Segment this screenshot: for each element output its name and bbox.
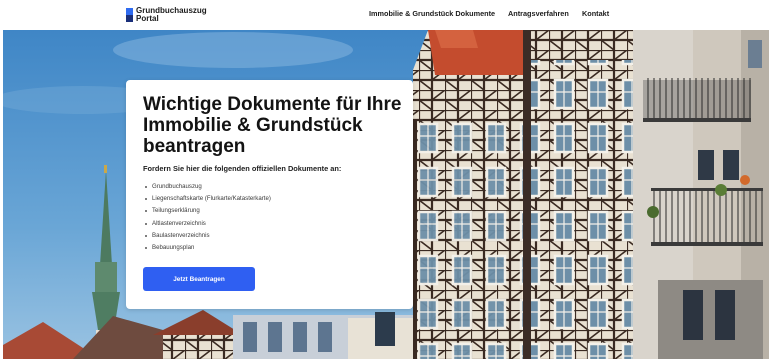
document-list-item: Teilungserklärung bbox=[144, 205, 271, 217]
logo-icon bbox=[126, 8, 133, 22]
document-list-item: Baulastenverzeichnis bbox=[144, 230, 271, 242]
document-list-item: Bebauungsplan bbox=[144, 242, 271, 254]
logo-text: Grundbuchauszug Portal bbox=[136, 7, 207, 23]
document-list-item: Altlastenverzeichnis bbox=[144, 218, 271, 230]
logo-line2: Portal bbox=[136, 14, 159, 23]
site-header: Grundbuchauszug Portal Immobilie & Grund… bbox=[0, 0, 769, 30]
site-logo[interactable]: Grundbuchauszug Portal bbox=[126, 6, 216, 24]
document-list-item: Grundbuchauszug bbox=[144, 181, 271, 193]
document-list-item: Liegenschaftskarte (Flurkarte/Katasterka… bbox=[144, 193, 271, 205]
hero-card: Wichtige Dokumente für Ihre Immobilie & … bbox=[126, 80, 413, 309]
nav-link-kontakt[interactable]: Kontakt bbox=[582, 9, 609, 18]
hero-title: Wichtige Dokumente für Ihre Immobilie & … bbox=[143, 94, 402, 157]
document-list: Grundbuchauszug Liegenschaftskarte (Flur… bbox=[144, 181, 271, 254]
apply-now-button[interactable]: Jetzt Beantragen bbox=[143, 267, 255, 291]
hero-subtitle: Fordern Sie hier die folgenden offiziell… bbox=[143, 164, 342, 173]
nav-link-antragsverfahren[interactable]: Antragsverfahren bbox=[508, 9, 569, 18]
nav-link-dokumente[interactable]: Immobilie & Grundstück Dokumente bbox=[369, 9, 495, 18]
